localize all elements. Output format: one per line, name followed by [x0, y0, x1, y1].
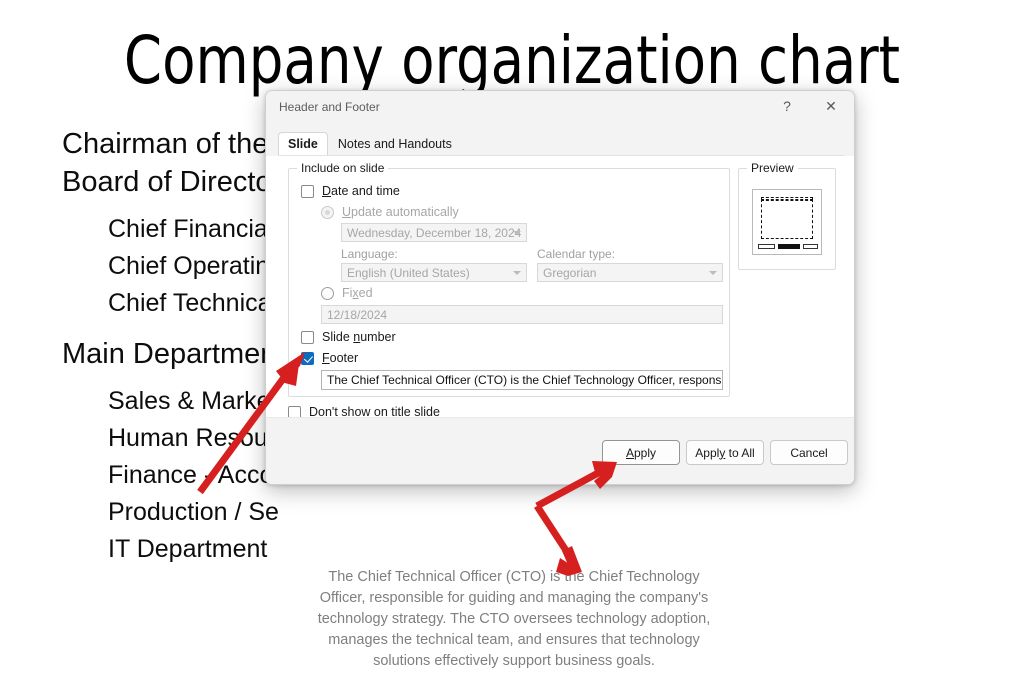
cancel-button[interactable]: Cancel — [770, 440, 848, 465]
date-and-time-label: Date and time — [322, 184, 400, 198]
footer-text-value: The Chief Technical Officer (CTO) is the… — [327, 373, 723, 387]
footer-checkbox-row[interactable]: Footer — [301, 351, 358, 365]
date-format-dropdown[interactable]: Wednesday, December 18, 2024 — [341, 223, 527, 242]
footer-text-input[interactable]: The Chief Technical Officer (CTO) is the… — [321, 370, 723, 390]
language-label: Language: — [341, 247, 398, 261]
date-and-time-checkbox-row[interactable]: Date and time — [301, 184, 400, 198]
fixed-label: Fixed — [342, 286, 373, 300]
slide-body-subline: Production / Se — [108, 498, 279, 526]
chevron-down-icon — [709, 270, 717, 275]
language-dropdown[interactable]: English (United States) — [341, 263, 527, 282]
dialog-tabs: Slide Notes and Handouts — [278, 132, 462, 155]
slide-number-checkbox-row[interactable]: Slide number — [301, 330, 396, 344]
preview-slide-number-bar — [803, 244, 818, 249]
fixed-date-value: 12/18/2024 — [327, 307, 388, 322]
footer-label: Footer — [322, 351, 359, 365]
dialog-button-bar: Apply Apply to All Cancel — [266, 417, 854, 484]
fixed-radio-row[interactable]: Fixed — [321, 286, 373, 300]
preview-label: Preview — [747, 161, 798, 175]
help-icon[interactable]: ? — [766, 91, 808, 121]
slide-number-label: Slide number — [322, 330, 396, 344]
date-format-value: Wednesday, December 18, 2024 — [347, 225, 522, 240]
include-on-slide-group: Include on slide Date and time Update au… — [288, 161, 730, 397]
fixed-radio[interactable] — [321, 286, 334, 300]
apply-button[interactable]: Apply — [602, 440, 680, 465]
apply-to-all-button[interactable]: Apply to All — [686, 440, 764, 465]
slide-number-checkbox[interactable] — [301, 330, 314, 344]
chevron-down-icon — [513, 230, 521, 235]
dialog-body: Include on slide Date and time Update au… — [266, 156, 854, 419]
close-icon[interactable]: ✕ — [810, 91, 852, 121]
date-and-time-checkbox[interactable] — [301, 184, 314, 198]
slide-title: Company organization chart — [123, 22, 901, 99]
preview-group: Preview — [738, 161, 836, 270]
slide-editor-screenshot: Company organization chart Chairman of t… — [0, 0, 1024, 686]
header-and-footer-dialog: Header and Footer ? ✕ Slide Notes and Ha… — [265, 90, 855, 485]
preview-content-placeholder — [761, 199, 813, 239]
tab-slide[interactable]: Slide — [278, 132, 328, 155]
slide-body-subline: IT Department — [108, 535, 268, 563]
fixed-date-input[interactable]: 12/18/2024 — [321, 305, 723, 324]
calendar-type-value: Gregorian — [543, 265, 597, 280]
chevron-down-icon — [513, 270, 521, 275]
calendar-type-dropdown[interactable]: Gregorian — [537, 263, 723, 282]
include-on-slide-label: Include on slide — [297, 161, 389, 175]
update-automatically-label: Update automatically — [342, 205, 459, 219]
preview-date-bar — [758, 244, 775, 249]
slide-footer-text: The Chief Technical Officer (CTO) is the… — [317, 569, 711, 669]
calendar-type-label: Calendar type: — [537, 247, 616, 261]
preview-thumbnail — [752, 189, 822, 255]
dialog-titlebar: Header and Footer ? ✕ — [266, 91, 854, 124]
update-automatically-radio[interactable] — [321, 205, 334, 219]
dialog-title: Header and Footer — [279, 100, 380, 114]
tab-notes-and-handouts[interactable]: Notes and Handouts — [328, 132, 462, 155]
preview-footer-bar — [778, 244, 800, 249]
language-value: English (United States) — [347, 265, 470, 280]
footer-checkbox[interactable] — [301, 351, 314, 365]
update-automatically-radio-row[interactable]: Update automatically — [321, 205, 459, 219]
